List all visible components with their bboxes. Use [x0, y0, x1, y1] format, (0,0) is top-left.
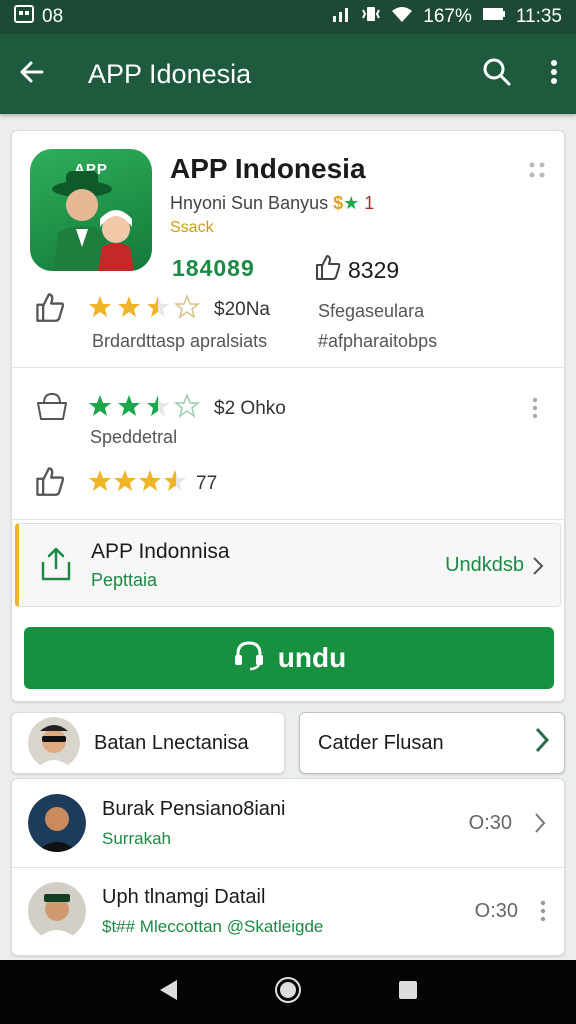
list-item[interactable]: Burak Pensiano8iani Surrakah O:30 [12, 779, 564, 867]
star-rating-gold [88, 293, 206, 324]
developer-name: Hnyoni Sun Banyus [170, 193, 329, 213]
developer-badge-icon: $ [333, 193, 344, 213]
avatar [28, 794, 86, 852]
tab-left-label: Batan Lnectanisa [94, 731, 249, 754]
home-icon[interactable] [274, 976, 302, 1009]
thumbs-up-icon [34, 465, 66, 502]
list-item[interactable]: Uph tlnamgi Datail $t## Mleccottan @Skat… [12, 867, 564, 955]
back-arrow-icon[interactable] [18, 58, 46, 91]
status-bar: 08 167% 11:35 [0, 0, 576, 34]
rating-row-1: $20Na [34, 291, 270, 328]
star-rating-green [88, 392, 206, 423]
developer-tag: Ssack [170, 219, 214, 236]
star-rating-gold [88, 469, 188, 498]
share-icon [39, 546, 73, 587]
app-icon-illustration [52, 171, 134, 271]
list-item-time: O:30 [468, 811, 512, 834]
download-count: 184089 [172, 255, 255, 281]
tab-left[interactable]: Batan Lnectanisa [11, 712, 285, 774]
thumbs-up-icon [314, 253, 342, 287]
rating-text: $2 Ohko [214, 397, 286, 419]
app-name: APP Indonesia [170, 153, 366, 184]
user-list: Burak Pensiano8iani Surrakah O:30 Uph tl… [11, 778, 565, 956]
more-options-icon[interactable] [532, 397, 538, 424]
rating-row-3: 77 [34, 465, 217, 502]
list-item-time: O:30 [474, 899, 518, 922]
list-item-subtitle: Surrakah [102, 828, 171, 848]
status-time-left: 08 [42, 6, 64, 27]
app-bar: APP Idonesia [0, 34, 576, 114]
shopping-basket-icon [34, 391, 70, 426]
notification-icon [14, 5, 34, 29]
app-details-card: APP APP Indonesia Hnyoni Sun Banyus $★ 1… [11, 130, 565, 702]
list-item-title: Uph tlnamgi Datail [102, 885, 266, 908]
like-count-group[interactable]: 8329 [314, 253, 399, 287]
divider [12, 519, 564, 520]
rating-hashtag: #afpharaitobps [318, 331, 438, 351]
developer-line[interactable]: Hnyoni Sun Banyus $★ 1 [170, 193, 374, 214]
system-nav-bar [0, 960, 576, 1024]
update-action-link[interactable]: Undkdsb [445, 554, 544, 577]
chevron-right-icon [535, 813, 546, 833]
vibrate-icon [361, 5, 381, 29]
thumbs-up-icon [34, 291, 66, 328]
rating-right-text: Sfegaseulara [318, 301, 425, 321]
green-star-icon: ★ [343, 193, 360, 213]
rating-text: 77 [196, 472, 218, 494]
list-item-title: Burak Pensiano8iani [102, 797, 286, 820]
chevron-right-icon [534, 726, 550, 760]
like-count: 8329 [348, 256, 400, 283]
tab-right[interactable]: Catder Flusan [299, 712, 565, 774]
more-options-icon[interactable] [540, 900, 546, 922]
status-clock: 11:35 [515, 6, 562, 27]
update-title: APP Indonnisa [91, 540, 230, 563]
update-card[interactable]: APP Indonnisa Pepttaia Undkdsb [15, 523, 561, 607]
app-icon[interactable]: APP [30, 149, 152, 271]
battery-percent: 167% [423, 6, 472, 27]
search-icon[interactable] [482, 57, 512, 92]
update-subtitle: Pepttaia [91, 570, 158, 590]
wifi-icon [391, 5, 413, 29]
rating-text: $20Na [214, 298, 270, 320]
avatar [28, 717, 80, 769]
recents-icon[interactable] [397, 979, 419, 1006]
avatar [28, 882, 86, 940]
signal-icon [331, 6, 351, 28]
back-icon[interactable] [157, 978, 179, 1007]
drag-handle-icon[interactable] [528, 161, 546, 184]
headset-icon [232, 638, 266, 679]
rating-subtext: Brdardttasp apralsiats [92, 331, 268, 351]
rating-subtext: Speddetral [90, 427, 178, 447]
battery-icon [482, 6, 506, 28]
update-action-label: Undkdsb [445, 554, 524, 576]
app-bar-title: APP Idonesia [88, 58, 252, 89]
developer-badge-count: 1 [364, 193, 375, 213]
chevron-right-icon [533, 556, 544, 575]
tab-right-label: Catder Flusan [318, 731, 444, 754]
list-item-subtitle: $t## Mleccottan @Skatleigde [102, 916, 324, 936]
overflow-menu-icon[interactable] [550, 59, 558, 90]
install-button-label: undu [277, 642, 347, 673]
install-button[interactable]: undu [24, 627, 554, 689]
rating-row-2: $2 Ohko [34, 391, 286, 426]
divider [12, 367, 564, 368]
